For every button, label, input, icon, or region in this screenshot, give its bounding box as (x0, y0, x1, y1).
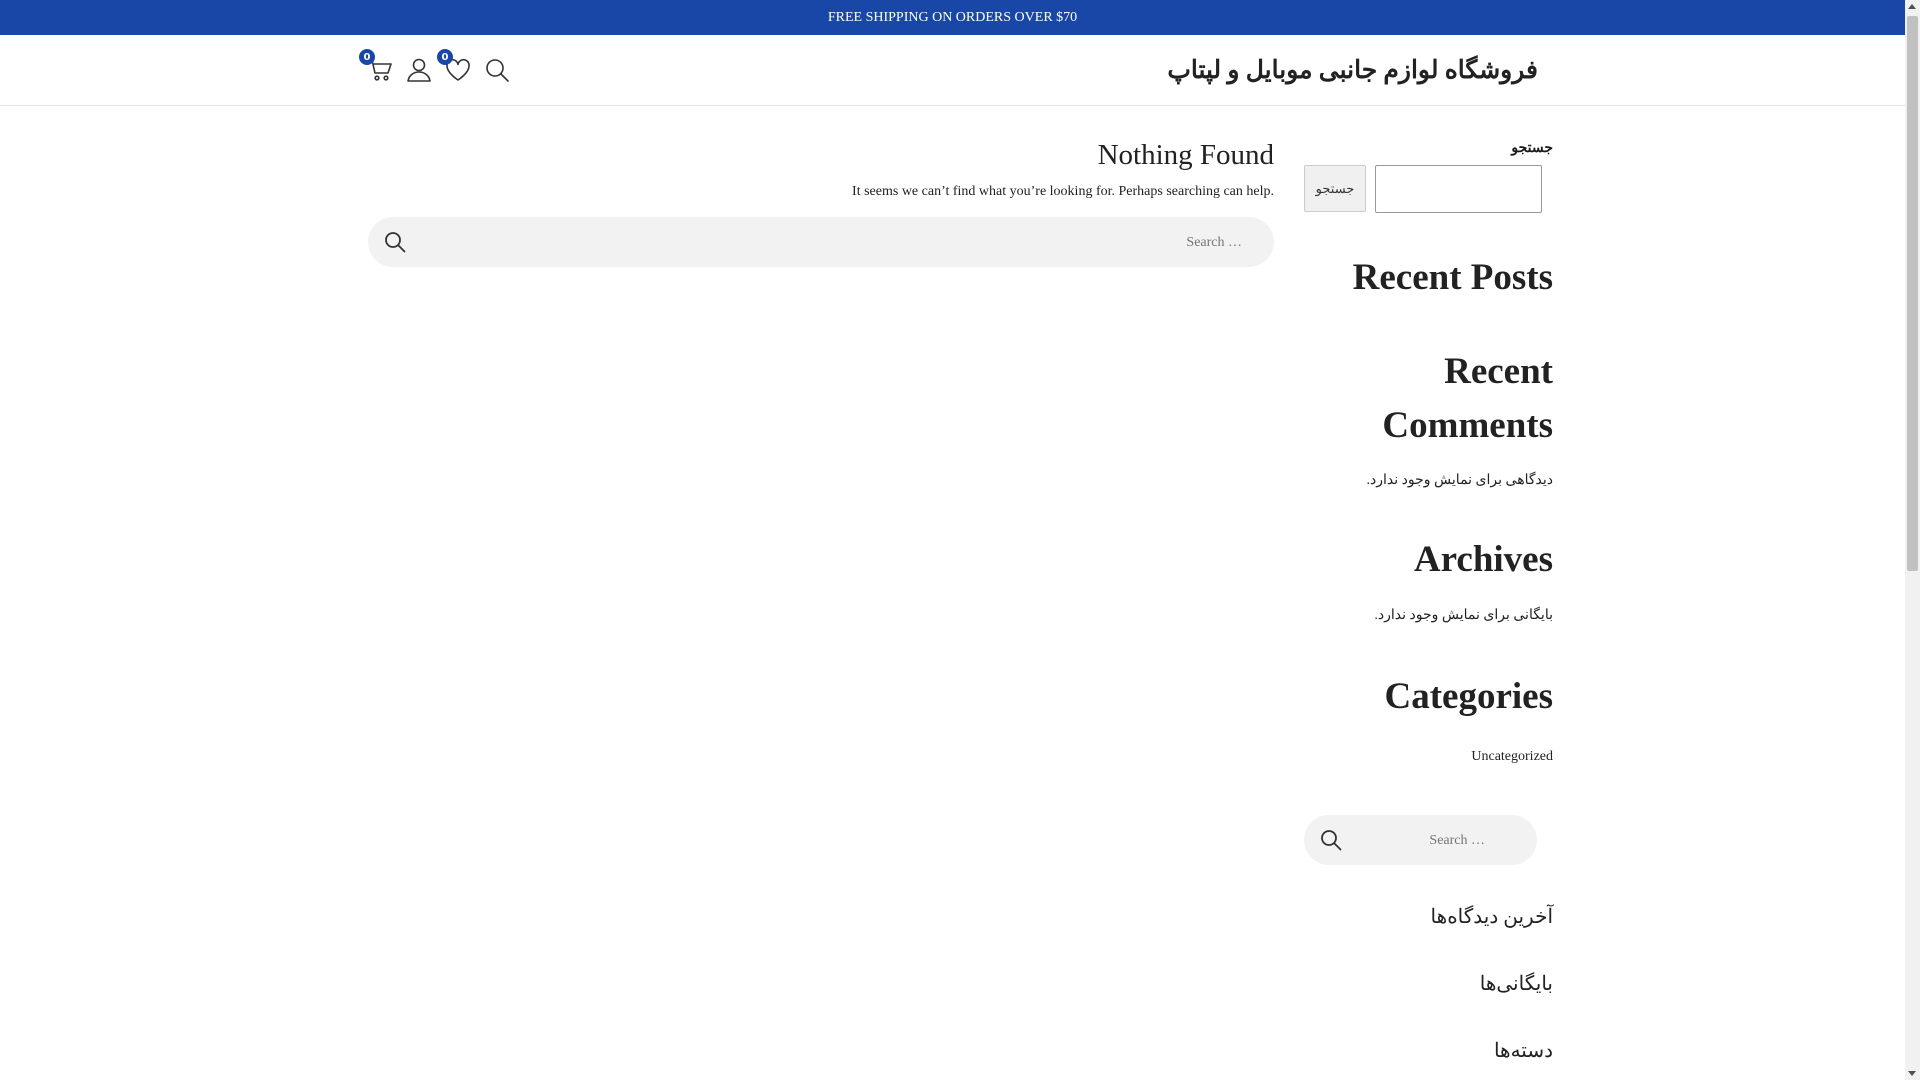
recent-comments-title: Recent Comments (1382, 351, 1553, 446)
main-search-form (368, 217, 1274, 269)
account-icon (405, 56, 433, 84)
scrollbar-thumb[interactable] (1907, 16, 1918, 571)
promo-text: FREE SHIPPING ON ORDERS OVER $70 (827, 9, 1078, 25)
latest-comments-heading: آخرین دیدگاه‌ها (1430, 906, 1553, 928)
categories-title: Categories (1384, 676, 1554, 717)
sidebar-search-label: جستجو (1511, 141, 1553, 156)
site-title[interactable]: فروشگاه لوازم جانبی موبایل و لپتاپ (1167, 55, 1538, 85)
search-icon (380, 227, 410, 257)
category-link-uncategorized[interactable]: Uncategorized (1471, 749, 1553, 765)
wishlist-button[interactable]: 0 (437, 49, 472, 84)
page-scrollbar[interactable] (1905, 0, 1920, 1080)
sidebar-search-submit[interactable] (1316, 825, 1346, 855)
site-header: فروشگاه لوازم جانبی موبایل و لپتاپ 0 0 (0, 35, 1905, 106)
main-search-input[interactable] (428, 217, 1244, 269)
sidebar-search-field[interactable] (1354, 815, 1487, 867)
categories-heading: دسته‌ها (1493, 1040, 1553, 1062)
sidebar-search-form (1304, 815, 1537, 867)
main-search-submit[interactable] (380, 227, 410, 257)
recent-comments-empty: دیدگاهی برای نمایش وجود ندارد. (1366, 473, 1553, 488)
archives-heading: بایگانی‌ها (1479, 973, 1553, 995)
not-found-message: It seems we can’t find what you’re looki… (852, 184, 1274, 199)
search-icon (483, 56, 511, 84)
search-icon (1316, 825, 1346, 855)
archives-title: Archives (1413, 539, 1553, 580)
header-search-button[interactable] (483, 56, 511, 84)
promo-bar: FREE SHIPPING ON ORDERS OVER $70 (0, 0, 1905, 35)
account-button[interactable] (405, 56, 433, 84)
page-title: Nothing Found (1097, 139, 1274, 171)
sidebar-search-input[interactable] (1375, 165, 1542, 213)
cart-count-badge: 0 (359, 49, 375, 65)
scroll-up-arrow-icon[interactable] (1908, 4, 1916, 9)
recent-posts-title: Recent Posts (1352, 257, 1553, 298)
archives-empty: بایگانی برای نمایش وجود ندارد. (1374, 608, 1553, 623)
wishlist-count-badge: 0 (437, 49, 453, 65)
sidebar-search-button[interactable]: جستجو (1304, 165, 1366, 212)
cart-button[interactable]: 0 (359, 49, 394, 84)
scroll-down-arrow-icon[interactable] (1908, 1071, 1916, 1076)
